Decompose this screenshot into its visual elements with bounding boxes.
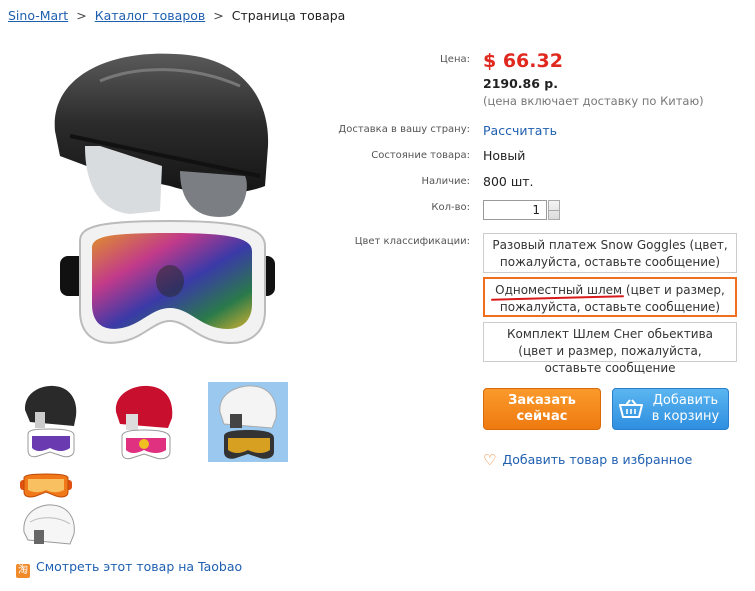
option-goggles[interactable]: Разовый платеж Snow Goggles (цвет, пожал…	[483, 233, 737, 273]
taobao-icon: 淘	[16, 564, 30, 578]
color-classification-label: Цвет классификации:	[354, 236, 470, 247]
taobao-link[interactable]: Смотреть этот товар на Taobao	[36, 559, 242, 574]
breadcrumb: Sino-Mart > Каталог товаров > Страница товар…	[8, 8, 345, 23]
option-single-helmet[interactable]: Одноместный шлем (цвет и размер, пожалуй…	[483, 277, 737, 317]
quantity-input[interactable]: 1	[483, 200, 547, 220]
thumbnail-orange-goggles[interactable]	[20, 472, 72, 500]
condition-label: Состояние товара:	[371, 150, 470, 161]
product-main-image[interactable]	[40, 36, 290, 366]
add-to-cart-label: Добавить в корзину	[651, 393, 720, 424]
breadcrumb-home-link[interactable]: Sino-Mart	[8, 8, 68, 23]
thumbnail-black-helmet[interactable]	[20, 382, 80, 462]
thumbnail-strip	[14, 380, 304, 560]
cart-icon	[613, 399, 649, 419]
price-usd: $ 66.32	[483, 50, 563, 72]
thumbnail-white-helmet-icon	[219, 385, 277, 459]
stock-label: Наличие:	[421, 176, 470, 187]
condition-value: Новый	[483, 148, 526, 163]
price-note: (цена включает доставку по Китаю)	[483, 94, 704, 108]
stock-value: 800 шт.	[483, 174, 534, 189]
quantity-stepper[interactable]	[548, 200, 560, 220]
buy-now-button[interactable]: Заказать сейчас	[483, 388, 601, 430]
price-label: Цена:	[440, 54, 470, 65]
favorite-row: ♡ Добавить товар в избранное	[483, 451, 692, 469]
price-rub: 2190.86 р.	[483, 76, 558, 91]
breadcrumb-separator: >	[76, 8, 87, 23]
calculate-delivery-link[interactable]: Рассчитать	[483, 123, 557, 138]
breadcrumb-current: Страница товара	[231, 8, 346, 23]
option-helmet-goggles-set[interactable]: Комплект Шлем Снег обьектива (цвет и раз…	[483, 322, 737, 375]
thumbnail-white-helmet-2[interactable]	[20, 502, 76, 552]
thumbnail-white-helmet-selected[interactable]	[208, 382, 288, 462]
quantity-label: Кол-во:	[431, 202, 470, 213]
add-to-cart-button[interactable]: Добавить в корзину	[612, 388, 729, 430]
delivery-label: Доставка в вашу страну:	[338, 124, 470, 135]
breadcrumb-catalog-link[interactable]: Каталог товаров	[95, 8, 206, 23]
breadcrumb-separator: >	[213, 8, 224, 23]
taobao-link-row: 淘 Смотреть этот товар на Taobao	[16, 559, 242, 578]
add-to-favorites-link[interactable]: Добавить товар в избранное	[502, 452, 692, 467]
heart-icon: ♡	[483, 451, 497, 469]
thumbnail-red-helmet[interactable]	[108, 382, 180, 462]
option-single-helmet-name: Одноместный шлем	[495, 283, 623, 297]
